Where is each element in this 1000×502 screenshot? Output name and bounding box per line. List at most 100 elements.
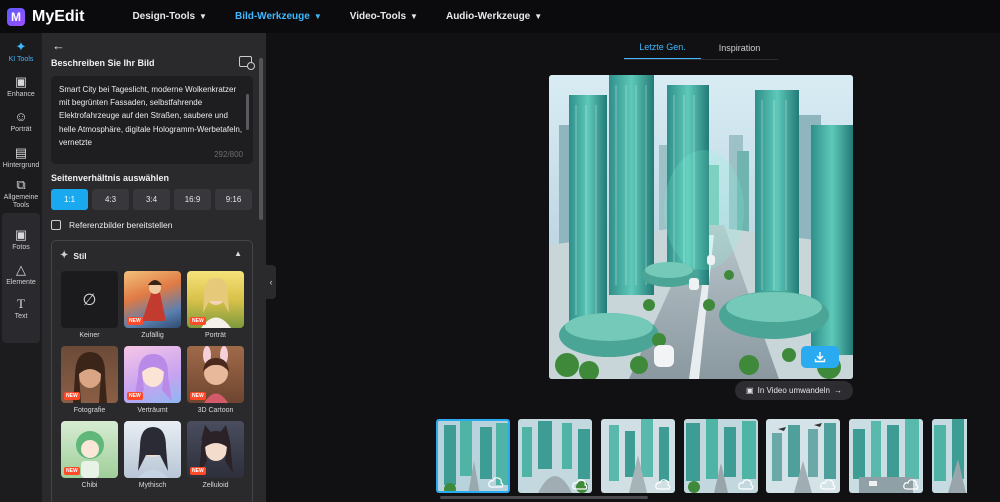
new-badge: NEW [127, 317, 143, 325]
history-thumbnail[interactable] [684, 419, 758, 493]
cloud-save-icon[interactable] [738, 479, 754, 490]
tools-icon: ⧉ [16, 177, 26, 192]
nav-bild-werkzeuge[interactable]: Bild-Werkzeuge ▼ [235, 11, 322, 22]
nav-audio-werkzeuge[interactable]: Audio-Werkzeuge ▼ [446, 11, 542, 22]
rail-elemente[interactable]: △ Elemente [2, 263, 40, 287]
style-chibi[interactable]: NEW Chibi [61, 421, 118, 489]
convert-to-video-button[interactable]: ▣ In Video umwandeln → [735, 381, 853, 400]
style-portraet[interactable]: NEW Porträt [187, 271, 244, 339]
style-keiner[interactable]: ∅ Keiner [61, 271, 118, 339]
style-section: ✦ Stil ▲ ∅ Keiner NEW Zufällig NEW Portr… [51, 240, 253, 502]
cloud-save-icon[interactable] [903, 479, 919, 490]
portrait-icon: ☺ [14, 109, 28, 124]
history-thumbnail[interactable] [766, 419, 840, 493]
prompt-textarea[interactable]: Smart City bei Tageslicht, moderne Wolke… [51, 76, 253, 164]
chevron-down-icon: ▼ [410, 12, 418, 21]
chevron-down-icon: ▼ [534, 12, 543, 21]
logo-mark-icon: M [7, 7, 25, 26]
app-name: MyEdit [32, 7, 85, 25]
chevron-down-icon: ▼ [313, 12, 322, 21]
generated-image[interactable] [549, 75, 853, 379]
smart-city-illustration [549, 75, 853, 379]
ratio-1-1-button[interactable]: 1:1 [51, 189, 88, 210]
cloud-save-icon[interactable] [655, 479, 671, 490]
rail-text[interactable]: T Text [2, 297, 40, 321]
style-thumbnail: NEW [124, 271, 181, 328]
rail-ki-tools[interactable]: ✦ KI Tools [2, 40, 40, 64]
no-style-icon: ∅ [61, 271, 118, 328]
style-fotografie[interactable]: NEW Fotografie [61, 346, 118, 414]
rail-portraet[interactable]: ☺ Porträt [2, 110, 40, 134]
ratio-3-4-button[interactable]: 3:4 [133, 189, 170, 210]
chevron-down-icon: ▼ [199, 12, 207, 21]
rail-allgemeine-tools[interactable]: ⧉ Allgemeine Tools [2, 178, 40, 210]
prompt-text: Smart City bei Tageslicht, moderne Wolke… [59, 85, 243, 147]
char-counter: 292/800 [214, 149, 243, 159]
settings-panel: ← Beschreiben Sie Ihr Bild Smart City be… [42, 33, 266, 502]
tab-inspiration[interactable]: Inspiration [701, 36, 778, 60]
city-thumbnail-image [932, 419, 967, 493]
tool-rail: ✦ KI Tools ▣ Enhance ☺ Porträt ▤ Hinterg… [0, 33, 42, 502]
ratio-selector: 1:1 4:3 3:4 16:9 9:16 [51, 189, 252, 210]
collapse-up-icon[interactable]: ▲ [234, 249, 242, 258]
new-badge: NEW [190, 392, 206, 400]
rail-hintergrund[interactable]: ▤ Hintergrund [2, 146, 40, 170]
ratio-9-16-button[interactable]: 9:16 [215, 189, 252, 210]
cloud-save-icon[interactable] [572, 479, 588, 490]
image-prompt-icon[interactable] [239, 56, 255, 70]
style-thumbnail: NEW [187, 271, 244, 328]
new-badge: NEW [64, 392, 80, 400]
myedit-logo[interactable]: M MyEdit [7, 7, 85, 26]
result-tabs: Letzte Gen. Inspiration [624, 36, 778, 60]
panel-scrollbar[interactable] [259, 58, 263, 220]
history-thumbnail[interactable] [932, 419, 967, 493]
history-scrollbar[interactable] [440, 496, 648, 499]
style-thumbnail: NEW [61, 421, 118, 478]
shapes-icon: △ [16, 262, 26, 277]
history-thumbnail[interactable] [436, 419, 510, 493]
style-thumbnail: NEW [187, 421, 244, 478]
style-thumbnail: NEW [187, 346, 244, 403]
style-mythisch[interactable]: Mythisch [124, 421, 181, 489]
history-thumbnail[interactable] [518, 419, 592, 493]
history-thumbnail[interactable] [849, 419, 923, 493]
download-button[interactable] [801, 346, 839, 368]
cloud-save-icon[interactable] [488, 477, 504, 488]
background-icon: ▤ [14, 145, 28, 160]
history-thumbnail[interactable] [601, 419, 675, 493]
arrow-right-icon: → [833, 386, 842, 395]
photos-icon: ▣ [14, 227, 28, 242]
mythic-figure-illustration [138, 427, 168, 478]
nav-video-tools[interactable]: Video-Tools ▼ [350, 11, 418, 22]
new-badge: NEW [190, 317, 206, 325]
ratio-4-3-button[interactable]: 4:3 [92, 189, 129, 210]
style-zelluloid[interactable]: NEW Zelluloid [187, 421, 244, 489]
style-thumbnail [124, 421, 181, 478]
reference-images-option[interactable]: Referenzbilder bereitstellen [51, 220, 172, 230]
nav-design-tools[interactable]: Design-Tools ▼ [132, 11, 207, 22]
new-badge: NEW [190, 467, 206, 475]
ratio-16-9-button[interactable]: 16:9 [174, 189, 211, 210]
style-vertraeumt[interactable]: NEW Verträumt [124, 346, 181, 414]
main-nav: Design-Tools ▼ Bild-Werkzeuge ▼ Video-Tool… [132, 11, 570, 22]
reference-checkbox[interactable] [51, 220, 61, 230]
collapse-panel-chevron-icon[interactable]: ‹ [266, 265, 276, 299]
download-icon [814, 352, 826, 363]
cloud-save-icon[interactable] [820, 479, 836, 490]
tab-divider [624, 59, 778, 60]
style-3d-cartoon[interactable]: NEW 3D Cartoon [187, 346, 244, 414]
tab-letzte-gen[interactable]: Letzte Gen. [624, 36, 701, 60]
magic-wand-icon: ✦ [15, 39, 27, 54]
style-zufaellig[interactable]: NEW Zufällig [124, 271, 181, 339]
text-icon: T [17, 296, 25, 311]
style-thumbnail: NEW [124, 346, 181, 403]
video-icon: ▣ [746, 386, 754, 395]
image-enhance-icon: ▣ [14, 74, 28, 89]
new-badge: NEW [127, 392, 143, 400]
rail-fotos[interactable]: ▣ Fotos [2, 228, 40, 252]
back-arrow-icon[interactable]: ← [52, 38, 65, 53]
textarea-scrollbar[interactable] [246, 94, 249, 130]
rail-enhance[interactable]: ▣ Enhance [2, 75, 40, 99]
style-header: ✦ Stil [60, 250, 87, 261]
new-badge: NEW [64, 467, 80, 475]
